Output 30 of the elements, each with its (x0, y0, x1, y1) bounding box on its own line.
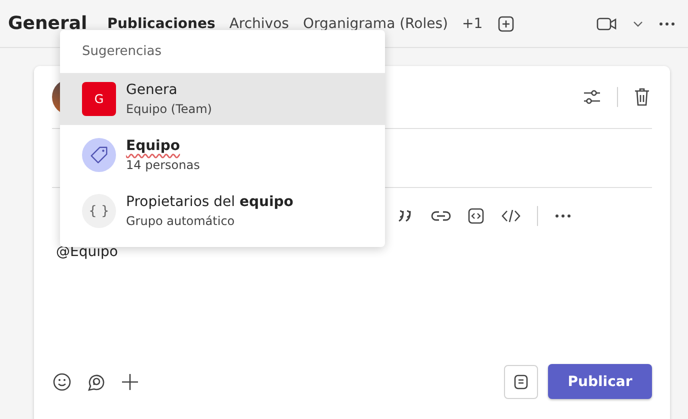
tab[interactable]: Archivos (229, 16, 289, 32)
more-icon[interactable] (554, 213, 572, 219)
menu-heading: Sugerencias (81, 43, 163, 61)
chevron-down-icon[interactable] (632, 18, 644, 28)
suggestion-item[interactable]: { } Propietarios del equipo Grupo automático (60, 185, 385, 237)
add-tab-icon[interactable] (496, 14, 515, 32)
more-tabs-button[interactable]: +1 (462, 16, 483, 32)
post-button[interactable]: Publicar (548, 364, 652, 399)
code-block-icon[interactable] (467, 207, 485, 225)
suggestion-subtitle: 14 personas (126, 158, 200, 172)
suggestion-title: Genera (126, 82, 178, 98)
suggestion-title: Equipo (126, 138, 181, 154)
note-button[interactable] (504, 364, 538, 398)
tag-icon (82, 138, 116, 172)
channel-title: General (8, 13, 88, 34)
note-icon (512, 372, 530, 390)
suggestion-item[interactable]: G Genera Equipo (Team) (60, 73, 385, 125)
team-badge: G (82, 82, 116, 116)
delete-icon[interactable] (632, 86, 652, 108)
add-icon[interactable] (120, 372, 140, 392)
more-icon[interactable] (658, 20, 676, 26)
suggestion-subtitle: Equipo (Team) (126, 102, 212, 116)
emoji-icon[interactable] (52, 372, 72, 392)
tab[interactable]: Publicaciones (107, 16, 216, 32)
suggestion-title: Propietarios del equipo (126, 194, 294, 210)
code-icon[interactable] (501, 208, 521, 224)
suggestion-subtitle: Grupo automático (126, 214, 236, 228)
tab[interactable]: Organigrama (Roles) (302, 16, 448, 32)
suggestion-item[interactable]: Equipo 14 personas (60, 129, 385, 181)
group-badge: { } (82, 194, 116, 228)
